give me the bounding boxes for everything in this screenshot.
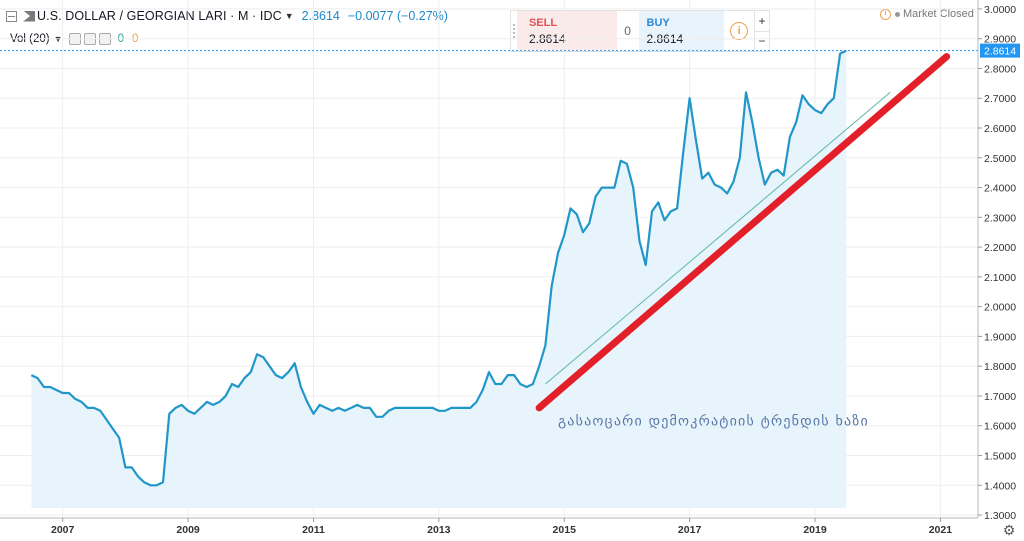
- y-tick-label: 2.7000: [984, 93, 1016, 105]
- y-tick-label: 2.4000: [984, 183, 1016, 195]
- x-tick-label: 2007: [51, 524, 75, 536]
- y-tick-label: 2.5000: [984, 153, 1016, 165]
- last-price-tag: 2.8614: [980, 43, 1020, 58]
- x-tick-label: 2011: [302, 524, 325, 536]
- price-tag-label: 2.8614: [984, 46, 1016, 58]
- y-tick-label: 2.6000: [984, 123, 1016, 135]
- y-tick-label: 2.2000: [984, 242, 1016, 254]
- x-tick-label: 2017: [678, 524, 702, 536]
- gear-icon[interactable]: ⚙: [1002, 522, 1016, 538]
- y-tick-label: 2.3000: [984, 212, 1016, 224]
- y-tick-label: 1.7000: [984, 391, 1016, 403]
- y-tick-label: 1.6000: [984, 421, 1016, 433]
- x-axis: 2007 2009 2011 2013 2015 2017 2019 2021: [51, 518, 952, 536]
- x-tick-label: 2013: [427, 524, 451, 536]
- y-tick-label: 1.5000: [984, 450, 1016, 462]
- y-tick-label: 1.4000: [984, 480, 1016, 492]
- y-tick-label: 1.9000: [984, 331, 1016, 343]
- y-tick-label: 1.3000: [984, 510, 1016, 522]
- y-tick-label: 1.8000: [984, 361, 1016, 373]
- trend-annotation: გასაოცარი დემოკრატიის ტრენდის ხაზი: [558, 413, 869, 430]
- y-tick-label: 2.8000: [984, 63, 1016, 75]
- x-tick-label: 2009: [176, 524, 200, 536]
- y-axis: 3.00002.90002.80002.70002.60002.50002.40…: [978, 4, 1016, 522]
- x-tick-label: 2021: [929, 524, 953, 536]
- y-tick-label: 3.0000: [984, 4, 1016, 16]
- y-tick-label: 2.1000: [984, 272, 1016, 284]
- y-tick-label: 2.0000: [984, 302, 1016, 314]
- x-tick-label: 2019: [803, 524, 827, 536]
- x-tick-label: 2015: [553, 524, 577, 536]
- price-chart[interactable]: გასაოცარი დემოკრატიის ტრენდის ხაზი 3.000…: [0, 0, 1024, 541]
